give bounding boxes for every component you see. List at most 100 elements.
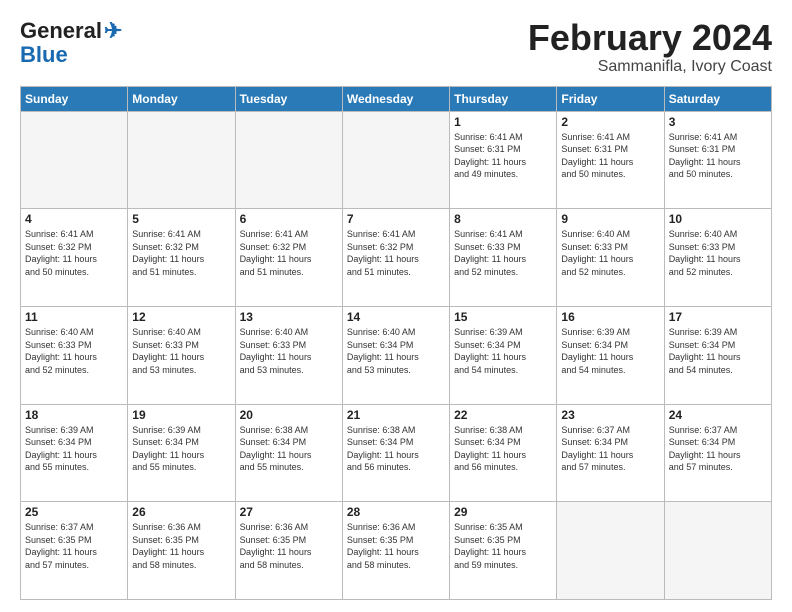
calendar-cell: 29Sunrise: 6:35 AM Sunset: 6:35 PM Dayli… <box>450 502 557 600</box>
day-number: 15 <box>454 310 552 324</box>
weekday-header-tuesday: Tuesday <box>235 86 342 111</box>
calendar-cell: 27Sunrise: 6:36 AM Sunset: 6:35 PM Dayli… <box>235 502 342 600</box>
day-number: 3 <box>669 115 767 129</box>
day-number: 4 <box>25 212 123 226</box>
calendar-cell: 26 Sunrise: 6:36 AM Sunset: 6:35 PM Dayli… <box>128 502 235 600</box>
day-number: 7 <box>347 212 445 226</box>
weekday-header-row: SundayMondayTuesdayWednesdayThursdayFrid… <box>21 86 772 111</box>
day-number: 27 <box>240 505 338 519</box>
calendar-cell <box>557 502 664 600</box>
weekday-header-sunday: Sunday <box>21 86 128 111</box>
weekday-header-friday: Friday <box>557 86 664 111</box>
logo: General ✈ Blue <box>20 18 122 66</box>
day-info: Sunrise: 6:41 AM Sunset: 6:32 PM Dayligh… <box>240 228 338 278</box>
weekday-header-wednesday: Wednesday <box>342 86 449 111</box>
day-number: 11 <box>25 310 123 324</box>
day-info: Sunrise: 6:40 AM Sunset: 6:33 PM Dayligh… <box>561 228 659 278</box>
calendar-cell: 15 Sunrise: 6:39 AM Sunset: 6:34 PM Dayli… <box>450 306 557 404</box>
day-info: Sunrise: 6:40 AM Sunset: 6:34 PM Dayligh… <box>347 326 445 376</box>
logo-general: General <box>20 18 102 44</box>
calendar-cell: 10 Sunrise: 6:40 AM Sunset: 6:33 PM Dayli… <box>664 209 771 307</box>
week-row-2: 4 Sunrise: 6:41 AM Sunset: 6:32 PM Daylig… <box>21 209 772 307</box>
day-info: Sunrise: 6:35 AM Sunset: 6:35 PM Dayligh… <box>454 521 552 571</box>
day-number: 1 <box>454 115 552 129</box>
calendar-cell <box>235 111 342 209</box>
day-number: 9 <box>561 212 659 226</box>
calendar-cell: 18 Sunrise: 6:39 AM Sunset: 6:34 PM Dayli… <box>21 404 128 502</box>
calendar-table: SundayMondayTuesdayWednesdayThursdayFrid… <box>20 86 772 600</box>
location-title: Sammanifla, Ivory Coast <box>528 58 772 76</box>
day-info: Sunrise: 6:41 AM Sunset: 6:32 PM Dayligh… <box>132 228 230 278</box>
day-number: 16 <box>561 310 659 324</box>
day-info: Sunrise: 6:37 AM Sunset: 6:35 PM Dayligh… <box>25 521 123 571</box>
page: General ✈ Blue February 2024 Sammanifla,… <box>0 0 792 612</box>
week-row-5: 25 Sunrise: 6:37 AM Sunset: 6:35 PM Dayli… <box>21 502 772 600</box>
day-info: Sunrise: 6:39 AM Sunset: 6:34 PM Dayligh… <box>561 326 659 376</box>
week-row-1: 1 Sunrise: 6:41 AM Sunset: 6:31 PM Daylig… <box>21 111 772 209</box>
calendar-cell: 14 Sunrise: 6:40 AM Sunset: 6:34 PM Dayli… <box>342 306 449 404</box>
weekday-header-thursday: Thursday <box>450 86 557 111</box>
day-info: Sunrise: 6:41 AM Sunset: 6:33 PM Dayligh… <box>454 228 552 278</box>
day-info: Sunrise: 6:37 AM Sunset: 6:34 PM Dayligh… <box>669 424 767 474</box>
calendar-cell: 20Sunrise: 6:38 AM Sunset: 6:34 PM Dayli… <box>235 404 342 502</box>
calendar-cell: 13Sunrise: 6:40 AM Sunset: 6:33 PM Dayli… <box>235 306 342 404</box>
calendar-cell: 28 Sunrise: 6:36 AM Sunset: 6:35 PM Dayli… <box>342 502 449 600</box>
calendar-cell: 17 Sunrise: 6:39 AM Sunset: 6:34 PM Dayli… <box>664 306 771 404</box>
calendar-cell <box>21 111 128 209</box>
calendar-cell: 9 Sunrise: 6:40 AM Sunset: 6:33 PM Daylig… <box>557 209 664 307</box>
day-info: Sunrise: 6:40 AM Sunset: 6:33 PM Dayligh… <box>25 326 123 376</box>
logo-blue: Blue <box>20 44 68 66</box>
calendar-cell: 16 Sunrise: 6:39 AM Sunset: 6:34 PM Dayli… <box>557 306 664 404</box>
day-info: Sunrise: 6:36 AM Sunset: 6:35 PM Dayligh… <box>132 521 230 571</box>
calendar-cell: 1 Sunrise: 6:41 AM Sunset: 6:31 PM Daylig… <box>450 111 557 209</box>
day-number: 26 <box>132 505 230 519</box>
week-row-3: 11 Sunrise: 6:40 AM Sunset: 6:33 PM Dayli… <box>21 306 772 404</box>
weekday-header-monday: Monday <box>128 86 235 111</box>
calendar-cell: 21 Sunrise: 6:38 AM Sunset: 6:34 PM Dayli… <box>342 404 449 502</box>
calendar-cell: 5Sunrise: 6:41 AM Sunset: 6:32 PM Daylig… <box>128 209 235 307</box>
calendar-body: 1 Sunrise: 6:41 AM Sunset: 6:31 PM Daylig… <box>21 111 772 599</box>
day-number: 23 <box>561 408 659 422</box>
day-number: 12 <box>132 310 230 324</box>
calendar-cell: 7 Sunrise: 6:41 AM Sunset: 6:32 PM Daylig… <box>342 209 449 307</box>
day-number: 24 <box>669 408 767 422</box>
day-number: 19 <box>132 408 230 422</box>
day-number: 18 <box>25 408 123 422</box>
calendar-cell: 12 Sunrise: 6:40 AM Sunset: 6:33 PM Dayli… <box>128 306 235 404</box>
calendar-cell: 25 Sunrise: 6:37 AM Sunset: 6:35 PM Dayli… <box>21 502 128 600</box>
day-info: Sunrise: 6:40 AM Sunset: 6:33 PM Dayligh… <box>132 326 230 376</box>
day-info: Sunrise: 6:39 AM Sunset: 6:34 PM Dayligh… <box>132 424 230 474</box>
calendar-cell: 24 Sunrise: 6:37 AM Sunset: 6:34 PM Dayli… <box>664 404 771 502</box>
week-row-4: 18 Sunrise: 6:39 AM Sunset: 6:34 PM Dayli… <box>21 404 772 502</box>
day-number: 22 <box>454 408 552 422</box>
day-number: 6 <box>240 212 338 226</box>
day-info: Sunrise: 6:37 AM Sunset: 6:34 PM Dayligh… <box>561 424 659 474</box>
day-number: 17 <box>669 310 767 324</box>
day-info: Sunrise: 6:39 AM Sunset: 6:34 PM Dayligh… <box>669 326 767 376</box>
calendar-cell: 8Sunrise: 6:41 AM Sunset: 6:33 PM Daylig… <box>450 209 557 307</box>
day-info: Sunrise: 6:39 AM Sunset: 6:34 PM Dayligh… <box>25 424 123 474</box>
day-number: 2 <box>561 115 659 129</box>
calendar-cell: 4Sunrise: 6:41 AM Sunset: 6:32 PM Daylig… <box>21 209 128 307</box>
day-info: Sunrise: 6:41 AM Sunset: 6:31 PM Dayligh… <box>669 131 767 181</box>
day-info: Sunrise: 6:39 AM Sunset: 6:34 PM Dayligh… <box>454 326 552 376</box>
day-info: Sunrise: 6:36 AM Sunset: 6:35 PM Dayligh… <box>347 521 445 571</box>
day-number: 21 <box>347 408 445 422</box>
calendar-cell: 6 Sunrise: 6:41 AM Sunset: 6:32 PM Daylig… <box>235 209 342 307</box>
day-info: Sunrise: 6:41 AM Sunset: 6:31 PM Dayligh… <box>561 131 659 181</box>
day-number: 28 <box>347 505 445 519</box>
day-info: Sunrise: 6:41 AM Sunset: 6:31 PM Dayligh… <box>454 131 552 181</box>
title-block: February 2024 Sammanifla, Ivory Coast <box>528 18 772 76</box>
weekday-header-saturday: Saturday <box>664 86 771 111</box>
day-info: Sunrise: 6:40 AM Sunset: 6:33 PM Dayligh… <box>669 228 767 278</box>
day-info: Sunrise: 6:38 AM Sunset: 6:34 PM Dayligh… <box>454 424 552 474</box>
day-info: Sunrise: 6:38 AM Sunset: 6:34 PM Dayligh… <box>240 424 338 474</box>
calendar-cell <box>664 502 771 600</box>
day-number: 10 <box>669 212 767 226</box>
calendar-cell <box>128 111 235 209</box>
day-info: Sunrise: 6:38 AM Sunset: 6:34 PM Dayligh… <box>347 424 445 474</box>
day-number: 14 <box>347 310 445 324</box>
day-info: Sunrise: 6:41 AM Sunset: 6:32 PM Dayligh… <box>347 228 445 278</box>
calendar-cell: 23 Sunrise: 6:37 AM Sunset: 6:34 PM Dayli… <box>557 404 664 502</box>
day-number: 25 <box>25 505 123 519</box>
